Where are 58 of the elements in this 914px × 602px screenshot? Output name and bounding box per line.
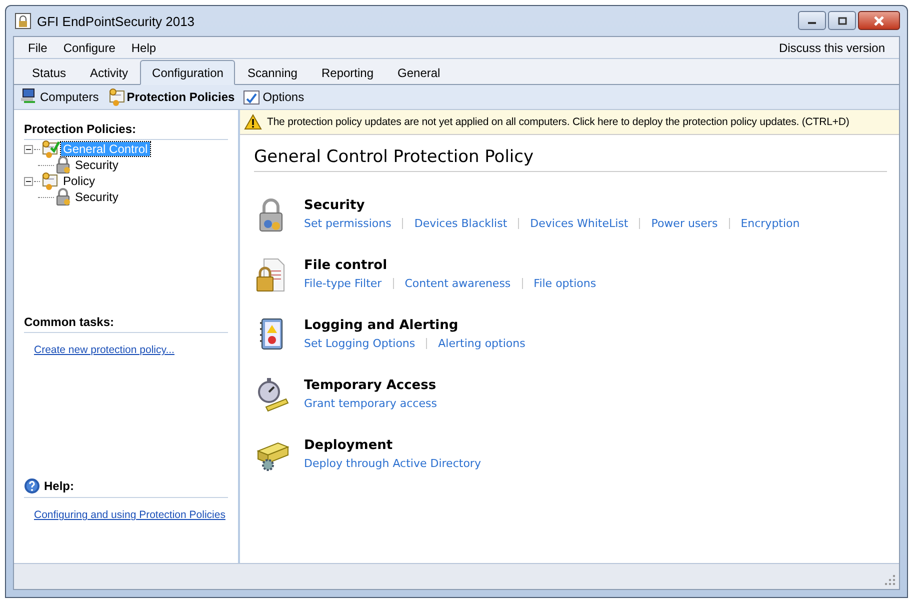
menu-item[interactable]: File bbox=[20, 40, 56, 54]
toolbar-button[interactable]: Protection Policies bbox=[102, 87, 239, 107]
page-title: General Control Protection Policy bbox=[254, 147, 887, 172]
collapse-icon[interactable] bbox=[24, 176, 33, 186]
computer-icon bbox=[20, 88, 38, 106]
close-button[interactable] bbox=[858, 11, 900, 30]
link[interactable]: Content awareness bbox=[404, 277, 511, 290]
menu-item[interactable]: Help bbox=[123, 40, 164, 54]
tab[interactable]: Reporting bbox=[309, 61, 386, 85]
link[interactable]: Alerting options bbox=[438, 337, 526, 350]
section-title: Security bbox=[304, 197, 366, 213]
section-heading: Protection Policies: bbox=[24, 120, 228, 140]
padlock-icon bbox=[54, 188, 72, 206]
help-link[interactable]: Configuring and using Protection Policies bbox=[34, 509, 226, 521]
help-icon bbox=[24, 478, 40, 494]
tab[interactable]: Configuration bbox=[140, 60, 236, 85]
link[interactable]: Deploy through Active Directory bbox=[304, 457, 481, 470]
window-title: GFI EndPointSecurity 2013 bbox=[37, 14, 195, 28]
warning-banner[interactable]: The protection policy updates are not yet applied on all computers. Click here to deploy the protection policy updates. (CTRL+D) bbox=[240, 110, 899, 135]
tree-item[interactable]: Policy bbox=[61, 174, 98, 188]
link[interactable]: Devices WhiteList bbox=[530, 217, 628, 230]
tab[interactable]: General bbox=[386, 61, 452, 85]
maximize-button[interactable] bbox=[828, 11, 856, 30]
task-link[interactable]: Create new protection policy... bbox=[34, 344, 174, 356]
link[interactable]: Set Logging Options bbox=[304, 337, 416, 350]
close-icon bbox=[873, 16, 885, 26]
link[interactable]: File-type Filter bbox=[304, 277, 382, 290]
tab[interactable]: Status bbox=[20, 61, 78, 85]
warning-icon bbox=[244, 114, 262, 130]
section-title: Logging and Alerting bbox=[304, 317, 460, 333]
warning-text: The protection policy updates are not yet applied on all computers. Click here to deploy the protection policy updates. (CTRL+D) bbox=[267, 116, 850, 128]
section-title: Deployment bbox=[304, 437, 394, 453]
section-heading: Help: bbox=[44, 479, 74, 493]
discuss-link[interactable]: Discuss this version bbox=[770, 40, 893, 54]
toolbar-button[interactable]: Computers bbox=[16, 87, 103, 107]
minimize-button[interactable] bbox=[798, 11, 826, 30]
section-title: File control bbox=[304, 257, 388, 273]
link[interactable]: Power users bbox=[651, 217, 718, 230]
menu-item[interactable]: Configure bbox=[55, 40, 124, 54]
link[interactable]: Grant temporary access bbox=[304, 397, 437, 410]
section-title: Temporary Access bbox=[304, 377, 437, 393]
lock-icon bbox=[15, 13, 31, 29]
tree-item[interactable]: Security bbox=[73, 158, 120, 172]
section-heading: Common tasks: bbox=[24, 313, 228, 333]
toolbar-button[interactable]: Options bbox=[238, 87, 308, 107]
padlock-icon bbox=[54, 156, 72, 174]
collapse-icon[interactable] bbox=[24, 144, 33, 154]
checkbox-icon bbox=[242, 88, 261, 106]
certificate-icon bbox=[106, 88, 125, 106]
link[interactable]: File options bbox=[534, 277, 596, 290]
tab[interactable]: Scanning bbox=[235, 61, 310, 85]
resize-grip-icon bbox=[884, 574, 896, 586]
link[interactable]: Devices Blacklist bbox=[414, 217, 508, 230]
link[interactable]: Set permissions bbox=[304, 217, 392, 230]
link[interactable]: Encryption bbox=[740, 217, 800, 230]
maximize-icon bbox=[837, 16, 847, 24]
tab[interactable]: Activity bbox=[78, 61, 140, 85]
tree-item[interactable]: Security bbox=[73, 190, 120, 204]
